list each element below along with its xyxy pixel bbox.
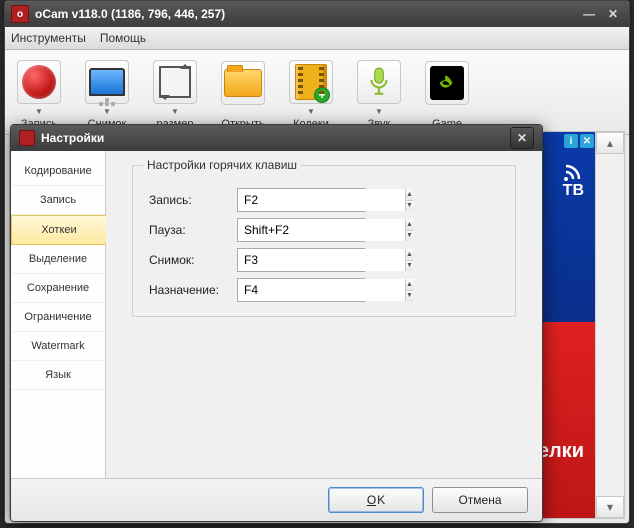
cancel-button[interactable]: Отмена (432, 487, 528, 513)
dialog-app-icon (19, 130, 35, 146)
dialog-close-button[interactable]: ✕ (510, 127, 534, 149)
folder-icon (221, 61, 265, 105)
resize-icon (153, 60, 197, 104)
toolbar-screenshot[interactable]: ▼ Снимок (79, 60, 135, 130)
scroll-up-button[interactable]: ▴ (596, 132, 624, 154)
toolbar-record[interactable]: ▼ Запись (11, 60, 67, 130)
sidebar-item-encoding[interactable]: Кодирование (11, 157, 105, 186)
scrollbar[interactable]: ▴ ▾ (595, 132, 624, 518)
chevron-down-icon: ▼ (375, 107, 383, 116)
scroll-down-button[interactable]: ▾ (596, 496, 624, 518)
hotkeys-group: Настройки горячих клавиш Запись: ▲▼ Пауз… (132, 165, 516, 317)
spin-down-icon[interactable]: ▼ (406, 260, 413, 272)
ad-tv-label: ТВ (563, 162, 584, 200)
record-hotkey-field[interactable] (238, 189, 405, 211)
ok-button[interactable]: OK (328, 487, 424, 513)
close-button[interactable]: ✕ (603, 5, 623, 23)
ad-info-icon[interactable]: i (564, 134, 578, 148)
chevron-down-icon: ▼ (171, 107, 179, 116)
toolbar-resize[interactable]: ▼ размер (147, 60, 203, 130)
app-icon: o (11, 5, 29, 23)
toolbar: ▼ Запись ▼ Снимок ▼ размер Открыть + ▼ (5, 50, 629, 135)
nvidia-icon (425, 61, 469, 105)
spin-up-icon[interactable]: ▲ (406, 189, 413, 200)
record-icon (17, 60, 61, 104)
snap-hotkey-field[interactable] (238, 249, 405, 271)
minimize-button[interactable]: — (579, 5, 599, 23)
snap-hotkey-label: Снимок: (149, 253, 229, 267)
sidebar-item-hotkeys[interactable]: Хоткеи (11, 215, 106, 245)
chevron-down-icon: ▼ (103, 107, 111, 116)
ad-close-icon[interactable]: ✕ (580, 134, 594, 148)
dialog-title: Настройки (41, 131, 104, 145)
toolbar-open[interactable]: Открыть (215, 61, 271, 130)
settings-panel: Настройки горячих клавиш Запись: ▲▼ Пауз… (106, 151, 542, 478)
window-title: oCam v118.0 (1186, 796, 446, 257) (35, 7, 225, 21)
spin-down-icon[interactable]: ▼ (406, 230, 413, 242)
sidebar-item-selection[interactable]: Выделение (11, 245, 105, 274)
sidebar-item-record[interactable]: Запись (11, 186, 105, 215)
main-titlebar[interactable]: o oCam v118.0 (1186, 796, 446, 257) — ✕ (5, 1, 629, 27)
dialog-titlebar[interactable]: Настройки ✕ (11, 125, 542, 151)
film-icon: + (289, 60, 333, 104)
group-legend: Настройки горячих клавиш (143, 158, 301, 172)
dialog-footer: OK Отмена (11, 478, 542, 521)
toolbar-codecs[interactable]: + ▼ Кодеки (283, 60, 339, 130)
menu-help[interactable]: Помощь (100, 31, 146, 45)
toolbar-game[interactable]: Game (419, 61, 475, 130)
snap-hotkey-input[interactable]: ▲▼ (237, 248, 365, 272)
pause-hotkey-field[interactable] (238, 219, 405, 241)
record-hotkey-input[interactable]: ▲▼ (237, 188, 365, 212)
screen-icon (85, 60, 129, 104)
chevron-down-icon: ▼ (307, 107, 315, 116)
settings-dialog: Настройки ✕ Кодирование Запись Хоткеи Вы… (10, 124, 543, 522)
spin-up-icon[interactable]: ▲ (406, 279, 413, 290)
pause-hotkey-input[interactable]: ▲▼ (237, 218, 365, 242)
settings-sidebar: Кодирование Запись Хоткеи Выделение Сохр… (11, 151, 106, 478)
sidebar-item-limit[interactable]: Ограничение (11, 303, 105, 332)
assign-hotkey-field[interactable] (238, 279, 405, 301)
spin-down-icon[interactable]: ▼ (406, 290, 413, 302)
pause-hotkey-label: Пауза: (149, 223, 229, 237)
spin-down-icon[interactable]: ▼ (406, 200, 413, 212)
chevron-down-icon: ▼ (35, 107, 43, 116)
sidebar-item-save[interactable]: Сохранение (11, 274, 105, 303)
menu-tools[interactable]: Инструменты (11, 31, 86, 45)
record-hotkey-label: Запись: (149, 193, 229, 207)
sidebar-item-watermark[interactable]: Watermark (11, 332, 105, 361)
toolbar-sound[interactable]: ▼ Звук (351, 60, 407, 130)
spin-up-icon[interactable]: ▲ (406, 249, 413, 260)
sidebar-item-language[interactable]: Язык (11, 361, 105, 390)
spin-up-icon[interactable]: ▲ (406, 219, 413, 230)
assign-hotkey-input[interactable]: ▲▼ (237, 278, 365, 302)
assign-hotkey-label: Назначение: (149, 283, 229, 297)
menubar: Инструменты Помощь (5, 27, 629, 50)
microphone-icon (357, 60, 401, 104)
